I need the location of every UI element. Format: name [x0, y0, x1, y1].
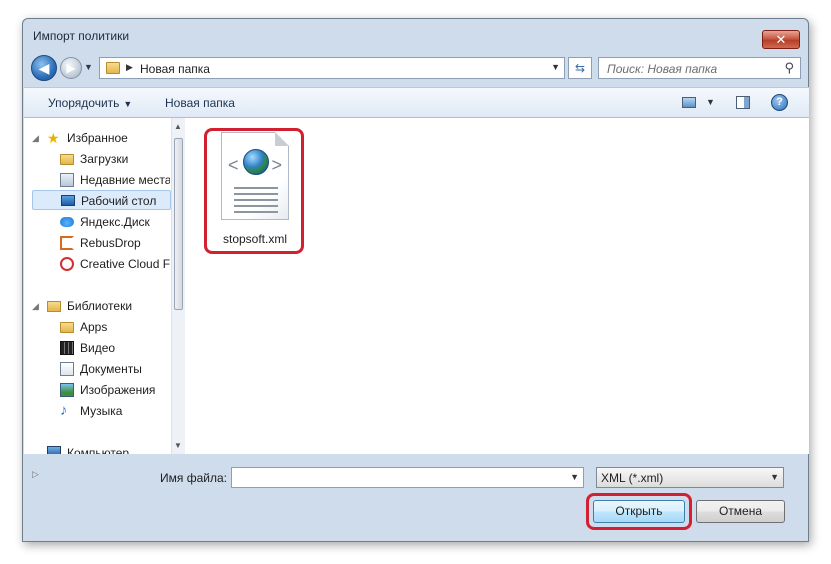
recent-places-icon	[60, 173, 74, 187]
sidebar-item-label: Apps	[80, 320, 108, 334]
documents-icon	[60, 362, 74, 376]
creative-cloud-icon	[60, 257, 74, 271]
rebusdrop-icon	[60, 236, 74, 250]
window-title: Импорт политики	[33, 29, 130, 43]
scrollbar-thumb[interactable]	[174, 138, 183, 310]
music-icon: ♪	[60, 402, 68, 419]
view-dropdown-icon[interactable]: ▼	[706, 97, 715, 107]
sidebar-item-label: Компьютер	[67, 446, 130, 454]
video-icon	[60, 341, 74, 355]
sidebar-item-label: Музыка	[80, 404, 123, 418]
sidebar-item-downloads[interactable]: Загрузки	[60, 149, 170, 169]
sidebar-item-music[interactable]: ♪ Музыка	[60, 401, 170, 421]
import-policy-dialog: Импорт политики ✕ ◀ ▶ ▼ ▶ Новая папка ▼ …	[22, 18, 809, 542]
sidebar-item-computer[interactable]: Компьютер	[47, 443, 169, 454]
star-icon: ★	[47, 130, 60, 146]
back-arrow-icon: ◀	[38, 60, 50, 76]
preview-pane-icon[interactable]	[736, 96, 750, 109]
sidebar-item-yandex-disk[interactable]: Яндекс.Диск	[60, 212, 170, 232]
highlight-frame-open	[586, 493, 692, 530]
forward-button[interactable]: ▶	[60, 57, 82, 79]
downloads-folder-icon	[60, 154, 74, 165]
sidebar-item-rebusdrop[interactable]: RebusDrop	[60, 233, 170, 253]
view-mode-icon[interactable]	[682, 97, 696, 108]
dialog-footer: Имя файла: ▼ XML (*.xml) ▼ Открыть Отмен…	[23, 455, 808, 543]
sidebar-item-label: Яндекс.Диск	[80, 215, 150, 229]
images-icon	[60, 383, 74, 397]
sidebar-item-video[interactable]: Видео	[60, 338, 170, 358]
expand-libraries-icon[interactable]: ◢	[32, 301, 39, 312]
browser-area: ◢ ★ Избранное Загрузки Недавние места Ра…	[24, 118, 809, 479]
highlight-frame-file	[204, 128, 304, 254]
chevron-down-icon: ▼	[770, 472, 779, 482]
history-dropdown-icon[interactable]: ▼	[84, 62, 93, 72]
folder-icon	[60, 322, 74, 333]
sidebar-item-label: RebusDrop	[80, 236, 141, 250]
sidebar-item-favorites[interactable]: ★ Избранное	[47, 128, 169, 148]
navigation-pane: ◢ ★ Избранное Загрузки Недавние места Ра…	[24, 118, 185, 479]
sidebar-item-apps[interactable]: Apps	[60, 317, 170, 337]
refresh-icon: ⇆	[574, 61, 586, 75]
sidebar-item-desktop[interactable]: Рабочий стол	[32, 190, 171, 210]
sidebar-item-label: Видео	[80, 341, 116, 355]
libraries-icon	[47, 301, 61, 312]
refresh-button[interactable]: ⇆	[568, 57, 592, 79]
help-icon[interactable]: ?	[771, 94, 788, 111]
sidebar-item-recent-places[interactable]: Недавние места	[60, 170, 170, 190]
filename-label: Имя файла:	[160, 471, 227, 485]
sidebar-item-documents[interactable]: Документы	[60, 359, 170, 379]
sidebar-item-label: Документы	[80, 362, 142, 376]
file-type-value: XML (*.xml)	[601, 471, 664, 485]
filename-dropdown-icon[interactable]: ▼	[570, 472, 579, 482]
close-button[interactable]: ✕	[762, 30, 800, 49]
scroll-down-icon[interactable]: ▼	[174, 441, 182, 450]
search-icon[interactable]: ⚲	[784, 60, 794, 76]
organize-button[interactable]: Упорядочить ▼	[48, 96, 132, 110]
title-bar: Импорт политики ✕	[23, 19, 808, 51]
sidebar-scrollbar[interactable]: ▲ ▼	[171, 118, 185, 454]
breadcrumb-arrow-icon[interactable]: ▶	[126, 62, 133, 73]
computer-icon	[47, 446, 61, 454]
forward-arrow-icon: ▶	[66, 61, 76, 75]
yandex-disk-icon	[60, 217, 74, 227]
breadcrumb-current[interactable]: Новая папка	[140, 62, 210, 76]
file-type-select[interactable]: XML (*.xml) ▼	[596, 467, 784, 488]
sidebar-item-libraries[interactable]: Библиотеки	[47, 296, 169, 316]
sidebar-item-label: Изображения	[80, 383, 156, 397]
sidebar-item-label: Библиотеки	[67, 299, 133, 313]
expand-favorites-icon[interactable]: ◢	[32, 133, 39, 144]
sidebar-item-label: Creative Cloud Fi	[80, 257, 170, 271]
sidebar-item-label: Рабочий стол	[81, 194, 157, 208]
sidebar-item-label: Избранное	[67, 131, 128, 145]
file-list-pane: < > stopsoft.xml	[185, 118, 809, 454]
address-dropdown-icon[interactable]: ▼	[551, 62, 560, 72]
address-bar[interactable]: ▶ Новая папка ▼	[99, 57, 565, 79]
search-placeholder: Поиск: Новая папка	[607, 62, 718, 76]
organize-label: Упорядочить	[48, 96, 120, 110]
new-folder-button[interactable]: Новая папка	[165, 96, 235, 110]
chevron-down-icon: ▼	[123, 99, 133, 109]
scroll-up-icon[interactable]: ▲	[174, 122, 182, 131]
filename-input[interactable]: ▼	[231, 467, 584, 488]
search-input[interactable]: Поиск: Новая папка ⚲	[598, 57, 801, 79]
back-button[interactable]: ◀	[31, 55, 57, 81]
address-row: ◀ ▶ ▼ ▶ Новая папка ▼ ⇆ Поиск: Новая пап…	[23, 53, 808, 83]
cancel-button[interactable]: Отмена	[696, 500, 785, 523]
sidebar-item-label: Недавние места	[80, 173, 170, 187]
sidebar-item-label: Загрузки	[80, 152, 129, 166]
sidebar-item-creative-cloud[interactable]: Creative Cloud Fi	[60, 254, 170, 274]
sidebar-item-images[interactable]: Изображения	[60, 380, 170, 400]
desktop-icon	[61, 195, 75, 206]
folder-icon	[106, 62, 120, 74]
toolbar: Упорядочить ▼ Новая папка ▼ ?	[24, 87, 809, 118]
